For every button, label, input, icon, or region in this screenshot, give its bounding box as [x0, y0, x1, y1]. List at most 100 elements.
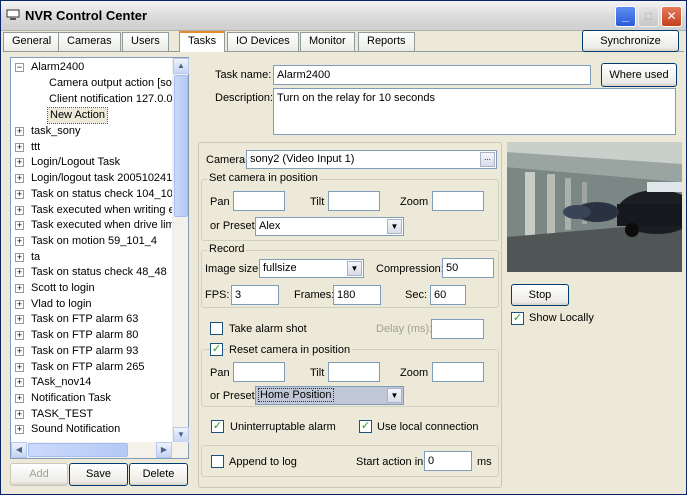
- scroll-right-icon[interactable]: ▶: [156, 442, 172, 458]
- delete-button[interactable]: Delete: [129, 463, 188, 486]
- save-button[interactable]: Save: [69, 463, 128, 486]
- reset-camera-checkbox[interactable]: ✓: [210, 343, 223, 356]
- scroll-left-icon[interactable]: ◀: [11, 442, 27, 458]
- tree-item-label: Task on status check 48_48: [31, 266, 167, 279]
- reset-tilt-input[interactable]: [328, 362, 380, 382]
- scroll-thumb[interactable]: [174, 75, 188, 217]
- preset-label: or Preset: [210, 390, 255, 402]
- expand-icon[interactable]: +: [15, 315, 24, 325]
- append-log-checkbox[interactable]: [211, 455, 224, 468]
- tree-item-label: Task executed when writing e: [31, 203, 175, 216]
- tree-item-label: Notification Task: [31, 391, 111, 404]
- tree-item-label: Task on FTP alarm 265: [31, 360, 145, 373]
- minimize-button[interactable]: _: [615, 6, 636, 27]
- expand-icon[interactable]: +: [15, 205, 24, 215]
- tab-reports[interactable]: Reports: [358, 32, 415, 51]
- tilt-label: Tilt: [310, 367, 325, 379]
- frames-label: Frames:: [294, 289, 335, 301]
- delay-input[interactable]: [431, 319, 484, 339]
- frames-input[interactable]: 180: [333, 285, 381, 305]
- take-alarm-shot-checkbox[interactable]: [210, 322, 223, 335]
- record-legend: Record: [207, 243, 247, 255]
- compression-input[interactable]: 50: [442, 258, 494, 278]
- expand-icon[interactable]: +: [15, 425, 24, 435]
- add-button[interactable]: Add: [10, 463, 68, 486]
- delay-label: Delay (ms):: [376, 323, 433, 335]
- expand-icon[interactable]: +: [15, 409, 24, 419]
- expand-icon[interactable]: +: [15, 393, 24, 403]
- expand-icon[interactable]: +: [15, 252, 24, 262]
- pan-input[interactable]: [233, 191, 285, 211]
- chevron-down-icon[interactable]: ▼: [347, 261, 362, 276]
- tree-item-label: Task on FTP alarm 93: [31, 344, 139, 357]
- title-bar[interactable]: NVR Control Center _ □ ✕: [1, 1, 686, 31]
- tree-child[interactable]: Camera output action [sor: [49, 76, 176, 91]
- tree-vertical-scrollbar[interactable]: ▲ ▼: [172, 58, 189, 443]
- maximize-button[interactable]: □: [638, 6, 659, 27]
- description-textarea[interactable]: Turn on the relay for 10 seconds: [273, 88, 676, 135]
- uninterruptable-checkbox[interactable]: ✓: [211, 420, 224, 433]
- tree-child[interactable]: Client notification 127.0.0.: [49, 92, 176, 107]
- expand-icon[interactable]: +: [15, 362, 24, 372]
- synchronize-button[interactable]: Synchronize: [582, 30, 679, 52]
- sec-input[interactable]: 60: [430, 285, 466, 305]
- collapse-icon[interactable]: −: [15, 63, 24, 72]
- scroll-up-icon[interactable]: ▲: [173, 58, 189, 74]
- tab-divider: [3, 51, 684, 52]
- expand-icon[interactable]: +: [15, 268, 24, 278]
- camera-select[interactable]: sony2 (Video Input 1) ...: [246, 150, 497, 169]
- chevron-down-icon[interactable]: ▼: [387, 219, 402, 234]
- expand-icon[interactable]: +: [15, 331, 24, 341]
- task-name-input[interactable]: Alarm2400: [273, 65, 591, 85]
- expand-icon[interactable]: +: [15, 346, 24, 356]
- tree-item-label: Login/Logout Task: [31, 156, 121, 169]
- reset-zoom-input[interactable]: [432, 362, 484, 382]
- tree-item-label: TASK_TEST: [31, 407, 94, 420]
- show-locally-checkbox[interactable]: ✓: [511, 312, 524, 325]
- expand-icon[interactable]: +: [15, 158, 24, 168]
- append-log-label: Append to log: [229, 456, 297, 468]
- tab-monitor[interactable]: Monitor: [300, 32, 355, 51]
- where-used-button[interactable]: Where used: [601, 63, 677, 87]
- expand-icon[interactable]: +: [15, 236, 24, 246]
- image-size-select[interactable]: fullsize ▼: [259, 259, 364, 278]
- task-tree[interactable]: − Alarm2400 Camera output action [sor Cl…: [10, 57, 189, 459]
- start-action-input[interactable]: 0: [424, 451, 472, 471]
- image-size-label: Image size:: [205, 263, 262, 275]
- tab-tasks[interactable]: Tasks: [179, 31, 226, 52]
- pan-label: Pan: [210, 196, 230, 208]
- expand-icon[interactable]: +: [15, 174, 24, 184]
- expand-icon[interactable]: +: [15, 284, 24, 293]
- pan-label: Pan: [210, 367, 230, 379]
- reset-preset-select[interactable]: Home Position ▼: [255, 386, 404, 405]
- expand-icon[interactable]: +: [15, 221, 24, 231]
- tree-horizontal-scrollbar[interactable]: ◀ ▶: [11, 442, 188, 458]
- description-label: Description:: [215, 92, 274, 104]
- local-connection-checkbox[interactable]: ✓: [359, 420, 372, 433]
- tab-users[interactable]: Users: [122, 32, 169, 51]
- stop-button[interactable]: Stop: [511, 284, 569, 306]
- expand-icon[interactable]: +: [15, 378, 24, 388]
- tilt-input[interactable]: [328, 191, 380, 211]
- tree-item-label: Task on status check 104_10: [31, 187, 173, 200]
- expand-icon[interactable]: +: [15, 142, 24, 152]
- zoom-input[interactable]: [432, 191, 484, 211]
- take-alarm-shot-label: Take alarm shot: [229, 323, 307, 335]
- fps-input[interactable]: 3: [231, 285, 279, 305]
- preset-select[interactable]: Alex ▼: [255, 217, 404, 236]
- expand-icon[interactable]: +: [15, 127, 24, 136]
- tab-general[interactable]: General: [3, 32, 61, 51]
- sec-label: Sec:: [405, 289, 428, 301]
- close-button[interactable]: ✕: [661, 6, 682, 27]
- browse-icon[interactable]: ...: [480, 152, 495, 167]
- tab-cameras[interactable]: Cameras: [58, 32, 121, 51]
- chevron-down-icon[interactable]: ▼: [387, 388, 402, 403]
- tab-io-devices[interactable]: IO Devices: [227, 32, 299, 51]
- scroll-down-icon[interactable]: ▼: [173, 427, 189, 443]
- expand-icon[interactable]: +: [15, 299, 24, 309]
- tree-child-selected[interactable]: New Action: [46, 107, 109, 124]
- compression-label: Compression:: [376, 263, 444, 275]
- expand-icon[interactable]: +: [15, 189, 24, 199]
- reset-pan-input[interactable]: [233, 362, 285, 382]
- scroll-thumb[interactable]: [28, 443, 128, 457]
